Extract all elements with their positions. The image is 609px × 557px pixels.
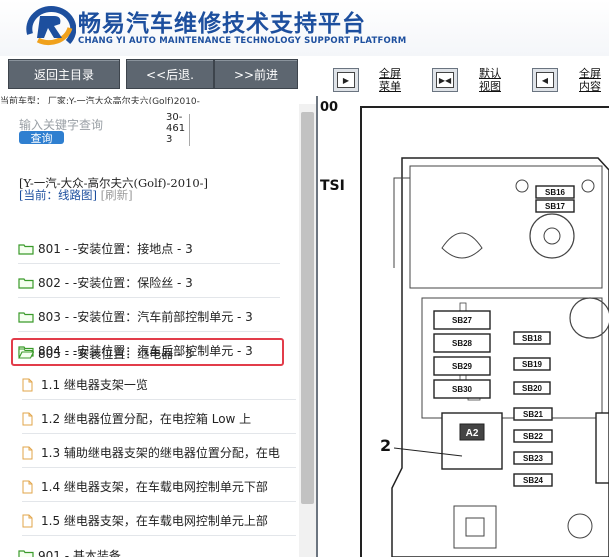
back-button[interactable]: <<后退.: [126, 59, 214, 89]
code-text: 30-4613: [166, 112, 186, 145]
folder-icon: [18, 311, 34, 323]
default-view-icon: ▶◀: [436, 72, 454, 88]
tree-folder-901[interactable]: 901 - 基本装备: [18, 540, 280, 557]
tree-item-label: 802 - -安装位置：保险丝 - 3: [38, 276, 193, 290]
default-view-link[interactable]: 默认视图: [478, 67, 502, 93]
fullscreen-content-button[interactable]: ◀: [532, 68, 558, 92]
app-header: 畅易汽车维修技术支持平台 CHANG YI AUTO MAINTENANCE T…: [0, 0, 609, 56]
document-icon: [22, 446, 33, 459]
fuse-label: SB19: [522, 360, 543, 369]
tree-item-label: 901 - 基本装备: [38, 548, 121, 557]
tree-folder-803[interactable]: 803 - -安装位置：汽车前部控制单元 - 3: [18, 302, 280, 332]
tree-item-label: 801 - -安装位置：接地点 - 3: [38, 242, 193, 256]
fuse-label: SB21: [523, 410, 544, 419]
current-view-label: [当前：线路图]: [19, 188, 97, 202]
fuse-sb18: SB18: [513, 331, 551, 345]
home-button[interactable]: 返回主目录: [8, 59, 120, 89]
fuse-sb22: SB22: [513, 429, 553, 443]
fuse-sb21: SB21: [513, 407, 553, 421]
fuse-label: SB28: [452, 339, 473, 348]
diagram-top-text: 00: [320, 100, 339, 115]
fuse-label: SB27: [452, 316, 473, 325]
tree-item-label: 1.3 辅助继电器支架的继电器位置分配，在电: [41, 446, 280, 460]
tree-folder-801[interactable]: 801 - -安装位置：接地点 - 3: [18, 234, 280, 264]
tree-doc-1-5[interactable]: 1.5 继电器支架，在车载电网控制单元上部: [22, 506, 296, 536]
fuse-sb17: SB17: [535, 199, 575, 213]
fullscreen-content-icon: ◀: [536, 72, 554, 88]
app-subtitle: CHANG YI AUTO MAINTENANCE TECHNOLOGY SUP…: [78, 36, 407, 46]
selected-item-highlight: [11, 338, 284, 366]
tree-doc-1-1[interactable]: 1.1 继电器支架一览: [22, 370, 296, 400]
fuse-sb27: SB27: [433, 310, 491, 330]
document-icon: [22, 514, 33, 527]
fuse-label: SB17: [545, 202, 566, 211]
fuse-label: SB18: [522, 334, 543, 343]
fullscreen-menu-button[interactable]: ▶: [333, 68, 359, 92]
relay-label: A2: [466, 428, 479, 439]
relay-box-diagram: SB16 SB17 SB27 SB28 SB29 SB30 SB18 SB19 …: [391, 157, 609, 557]
cy-logo-icon: [26, 6, 76, 46]
tree-item-label: 1.5 继电器支架，在车载电网控制单元上部: [41, 514, 268, 528]
fullscreen-content-link[interactable]: 全屏内容: [578, 67, 602, 93]
fuse-label: SB30: [452, 385, 473, 394]
left-scrollbar[interactable]: [299, 104, 316, 557]
default-view-button[interactable]: ▶◀: [432, 68, 458, 92]
relay-a2: A2: [441, 412, 503, 470]
fuse-label: SB29: [452, 362, 473, 371]
diagram-panel: 00 TSI SB16 SB17 SB27 SB28 SB29 SB30 SB1…: [318, 96, 609, 557]
current-line: [当前：线路图] [刷新]: [19, 187, 133, 203]
folder-icon: [18, 277, 34, 289]
tree-doc-1-4[interactable]: 1.4 继电器支架，在车载电网控制单元下部: [22, 472, 296, 502]
fullscreen-menu-link[interactable]: 全屏菜单: [378, 67, 402, 93]
document-icon: [22, 480, 33, 493]
fuse-sb24: SB24: [513, 473, 553, 487]
callout-label: 2: [380, 436, 392, 455]
fuse-sb19: SB19: [513, 357, 551, 371]
fuse-sb23: SB23: [513, 451, 553, 465]
fuse-label: SB23: [523, 454, 544, 463]
app-title: 畅易汽车维修技术支持平台: [78, 11, 366, 37]
fuse-sb20: SB20: [513, 381, 551, 395]
tree-folder-802[interactable]: 802 - -安装位置：保险丝 - 3: [18, 268, 280, 298]
fuse-label: SB16: [545, 188, 566, 197]
diagram-side-text: TSI: [320, 178, 345, 194]
search-button[interactable]: 查询: [19, 131, 64, 145]
tree-item-label: 803 - -安装位置：汽车前部控制单元 - 3: [38, 310, 253, 324]
refresh-link[interactable]: [刷新]: [101, 188, 133, 202]
fuse-label: SB24: [523, 476, 544, 485]
tree-doc-1-3[interactable]: 1.3 辅助继电器支架的继电器位置分配，在电: [22, 438, 296, 468]
callout-line: [394, 447, 463, 457]
forward-button[interactable]: >>前进: [214, 59, 298, 89]
document-icon: [22, 412, 33, 425]
fuse-label: SB20: [522, 384, 543, 393]
folder-icon: [18, 243, 34, 255]
tree-item-label: 1.2 继电器位置分配，在电控箱 Low 上: [41, 412, 252, 426]
tree-doc-1-2[interactable]: 1.2 继电器位置分配，在电控箱 Low 上: [22, 404, 296, 434]
folder-icon: [18, 550, 34, 557]
divider: [189, 114, 190, 146]
toolbar: 返回主目录 <<后退. >>前进 ▶ 全屏菜单 ▶◀ 默认视图 ◀ 全屏内容: [0, 56, 609, 96]
tree-item-label: 1.4 继电器支架，在车载电网控制单元下部: [41, 480, 268, 494]
fuse-sb29: SB29: [433, 356, 491, 376]
tree-item-label: 1.1 继电器支架一览: [41, 378, 148, 392]
fuse-label: SB22: [523, 432, 544, 441]
fuse-sb28: SB28: [433, 333, 491, 353]
scrollbar-thumb[interactable]: [301, 112, 314, 504]
fuse-sb30: SB30: [433, 379, 491, 399]
document-icon: [22, 378, 33, 391]
fuse-sb16: SB16: [535, 185, 575, 199]
fullscreen-menu-icon: ▶: [337, 72, 355, 88]
left-panel: 输入关键字查询 查询 30-4613 [Y-一汽-大众-高尔夫六(Golf)-2…: [0, 104, 316, 557]
